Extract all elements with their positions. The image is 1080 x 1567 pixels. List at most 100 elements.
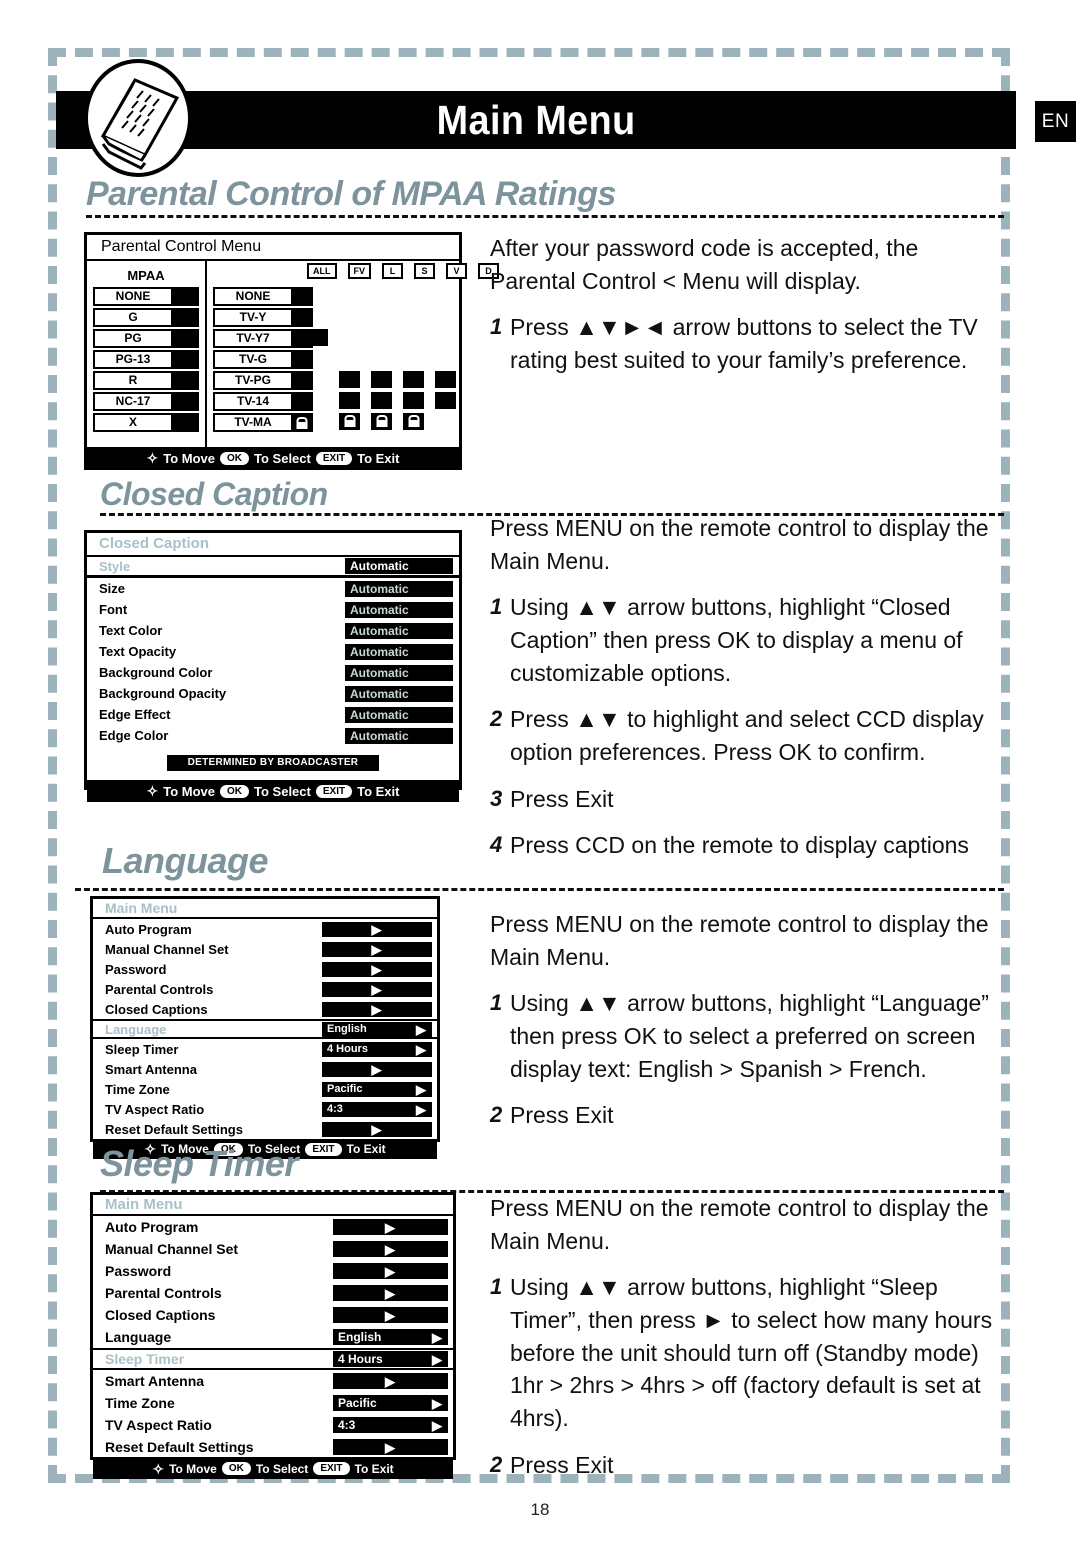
main-menu-row[interactable]: Manual Channel Set ▶ bbox=[93, 1238, 453, 1260]
closed-caption-value[interactable]: Automatic bbox=[345, 558, 453, 574]
closed-caption-value[interactable]: Automatic bbox=[345, 706, 453, 723]
main-menu-row[interactable]: Reset Default Settings ▶ bbox=[93, 1436, 453, 1458]
mpaa-rating-checkbox[interactable] bbox=[173, 413, 199, 432]
content-flag-empty[interactable] bbox=[371, 350, 392, 367]
content-flag-checkbox[interactable] bbox=[371, 392, 392, 409]
tv-rating-row[interactable]: TV-Y bbox=[213, 308, 313, 327]
closed-caption-row[interactable]: Background Opacity Automatic bbox=[87, 683, 459, 704]
closed-caption-value[interactable]: Automatic bbox=[345, 622, 453, 639]
content-flag-lock[interactable] bbox=[403, 413, 424, 430]
main-menu-value[interactable]: ▶ bbox=[322, 1121, 432, 1137]
content-flag-empty[interactable] bbox=[371, 329, 392, 346]
content-flag-empty[interactable] bbox=[403, 308, 424, 325]
main-menu-row[interactable]: Time Zone Pacific ▶ bbox=[93, 1079, 437, 1099]
tv-rating-row[interactable]: TV-PG bbox=[213, 371, 313, 390]
main-menu-value[interactable]: 4 Hours ▶ bbox=[333, 1351, 448, 1367]
content-flag-empty[interactable] bbox=[339, 329, 360, 346]
main-menu-row[interactable]: Password ▶ bbox=[93, 959, 437, 979]
mpaa-rating-row[interactable]: G bbox=[93, 308, 199, 327]
main-menu-value[interactable]: Pacific ▶ bbox=[322, 1081, 432, 1097]
mpaa-rating-row[interactable]: PG-13 bbox=[93, 350, 199, 369]
ok-pill[interactable]: OK bbox=[221, 1462, 251, 1475]
mpaa-rating-row[interactable]: PG bbox=[93, 329, 199, 348]
mpaa-rating-row[interactable]: NONE bbox=[93, 287, 199, 306]
content-flag-checkbox[interactable] bbox=[339, 392, 360, 409]
main-menu-value[interactable]: ▶ bbox=[333, 1285, 448, 1301]
tv-rating-row[interactable]: TV-Y7 bbox=[213, 329, 313, 348]
main-menu-value[interactable]: ▶ bbox=[322, 1001, 432, 1017]
main-menu-row[interactable]: TV Aspect Ratio 4:3 ▶ bbox=[93, 1099, 437, 1119]
main-menu-row[interactable]: Manual Channel Set ▶ bbox=[93, 939, 437, 959]
mpaa-rating-checkbox[interactable] bbox=[173, 371, 199, 390]
content-flag-empty[interactable] bbox=[435, 329, 456, 346]
content-flag-empty[interactable] bbox=[339, 350, 360, 367]
content-flag-empty[interactable] bbox=[435, 413, 456, 430]
content-flag-empty[interactable] bbox=[403, 350, 424, 367]
main-menu-value[interactable]: ▶ bbox=[333, 1439, 448, 1455]
content-flag-empty[interactable] bbox=[435, 287, 456, 304]
exit-pill[interactable]: EXIT bbox=[305, 1142, 342, 1156]
content-flag-empty[interactable] bbox=[339, 308, 360, 325]
mpaa-rating-row[interactable]: X bbox=[93, 413, 199, 432]
main-menu-row[interactable]: Smart Antenna ▶ bbox=[93, 1370, 453, 1392]
main-menu-row[interactable]: Sleep Timer 4 Hours ▶ bbox=[93, 1348, 453, 1370]
content-flag-empty[interactable] bbox=[307, 371, 328, 388]
tv-rating-row[interactable]: TV-14 bbox=[213, 392, 313, 411]
content-flag-checkbox[interactable] bbox=[435, 392, 456, 409]
main-menu-value[interactable]: ▶ bbox=[333, 1219, 448, 1235]
main-menu-value[interactable]: English ▶ bbox=[322, 1021, 432, 1037]
content-flag-empty[interactable] bbox=[435, 308, 456, 325]
closed-caption-value[interactable]: Automatic bbox=[345, 664, 453, 681]
closed-caption-value[interactable]: Automatic bbox=[345, 643, 453, 660]
closed-caption-row[interactable]: Edge Effect Automatic bbox=[87, 704, 459, 725]
mpaa-rating-checkbox[interactable] bbox=[173, 350, 199, 369]
exit-pill[interactable]: EXIT bbox=[315, 451, 353, 465]
main-menu-value[interactable]: ▶ bbox=[333, 1373, 448, 1389]
content-flag-checkbox[interactable] bbox=[403, 371, 424, 388]
mpaa-rating-checkbox[interactable] bbox=[173, 308, 199, 327]
content-flag-empty[interactable] bbox=[307, 392, 328, 409]
content-flag-empty[interactable] bbox=[307, 308, 328, 325]
content-flag-empty[interactable] bbox=[435, 350, 456, 367]
main-menu-value[interactable]: ▶ bbox=[333, 1241, 448, 1257]
closed-caption-row[interactable]: Style Automatic bbox=[87, 557, 459, 578]
content-flag-checkbox[interactable] bbox=[339, 371, 360, 388]
main-menu-row[interactable]: Language English ▶ bbox=[93, 1019, 437, 1039]
mpaa-rating-row[interactable]: NC-17 bbox=[93, 392, 199, 411]
main-menu-row[interactable]: Time Zone Pacific ▶ bbox=[93, 1392, 453, 1414]
main-menu-row[interactable]: Auto Program ▶ bbox=[93, 919, 437, 939]
ok-pill[interactable]: OK bbox=[220, 451, 250, 465]
main-menu-row[interactable]: Smart Antenna ▶ bbox=[93, 1059, 437, 1079]
main-menu-value[interactable]: ▶ bbox=[322, 961, 432, 977]
closed-caption-row[interactable]: Font Automatic bbox=[87, 599, 459, 620]
closed-caption-value[interactable]: Automatic bbox=[345, 601, 453, 618]
ok-pill[interactable]: OK bbox=[220, 784, 250, 798]
closed-caption-row[interactable]: Text Opacity Automatic bbox=[87, 641, 459, 662]
content-flag-empty[interactable] bbox=[339, 287, 360, 304]
closed-caption-row[interactable]: Text Color Automatic bbox=[87, 620, 459, 641]
main-menu-row[interactable]: Closed Captions ▶ bbox=[93, 999, 437, 1019]
content-flag-empty[interactable] bbox=[307, 350, 328, 367]
content-flag-empty[interactable] bbox=[307, 413, 328, 430]
content-flag-checkbox[interactable] bbox=[307, 329, 328, 346]
mpaa-rating-checkbox[interactable] bbox=[173, 329, 199, 348]
content-flag-checkbox[interactable] bbox=[371, 371, 392, 388]
closed-caption-row[interactable]: Size Automatic bbox=[87, 578, 459, 599]
closed-caption-value[interactable]: Automatic bbox=[345, 727, 453, 744]
main-menu-row[interactable]: Sleep Timer 4 Hours ▶ bbox=[93, 1039, 437, 1059]
main-menu-row[interactable]: Reset Default Settings ▶ bbox=[93, 1119, 437, 1139]
main-menu-value[interactable]: Pacific ▶ bbox=[333, 1395, 448, 1411]
main-menu-value[interactable]: ▶ bbox=[322, 921, 432, 937]
content-flag-empty[interactable] bbox=[403, 287, 424, 304]
exit-pill[interactable]: EXIT bbox=[313, 1462, 350, 1475]
main-menu-row[interactable]: Closed Captions ▶ bbox=[93, 1304, 453, 1326]
main-menu-row[interactable]: Parental Controls ▶ bbox=[93, 1282, 453, 1304]
closed-caption-row[interactable]: Edge Color Automatic bbox=[87, 725, 459, 746]
content-flag-lock[interactable] bbox=[371, 413, 392, 430]
main-menu-value[interactable]: ▶ bbox=[322, 941, 432, 957]
content-flag-empty[interactable] bbox=[371, 287, 392, 304]
main-menu-row[interactable]: Password ▶ bbox=[93, 1260, 453, 1282]
tv-rating-row[interactable]: TV-G bbox=[213, 350, 313, 369]
closed-caption-value[interactable]: Automatic bbox=[345, 580, 453, 597]
main-menu-value[interactable]: ▶ bbox=[333, 1307, 448, 1323]
